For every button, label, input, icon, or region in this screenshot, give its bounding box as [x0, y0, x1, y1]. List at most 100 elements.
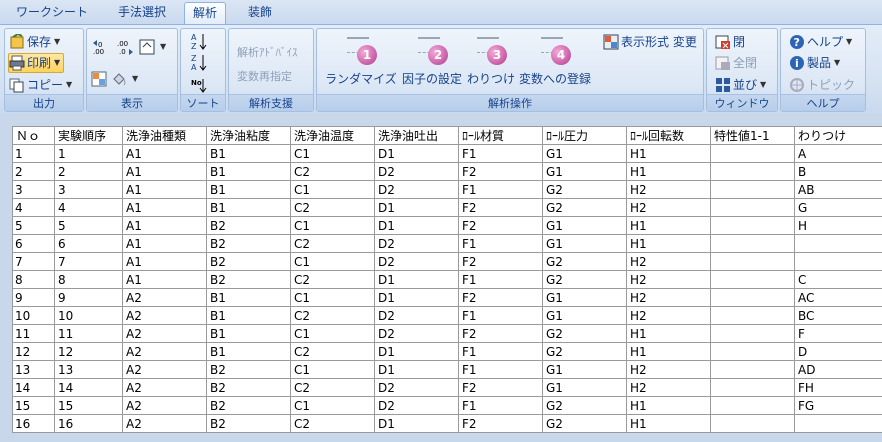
- grid-cell[interactable]: A1: [122, 216, 207, 235]
- grid-cell[interactable]: H1: [626, 396, 711, 415]
- row-number-cell[interactable]: 16: [12, 414, 55, 433]
- grid-cell[interactable]: H1: [626, 234, 711, 253]
- close-window-button[interactable]: 閉: [715, 32, 745, 52]
- grid-cell[interactable]: H1: [626, 342, 711, 361]
- grid-cell[interactable]: F2: [458, 378, 543, 397]
- grid-cell[interactable]: C: [794, 270, 882, 289]
- grid-cell[interactable]: G2: [542, 396, 627, 415]
- grid-cell[interactable]: 8: [54, 270, 123, 289]
- row-number-cell[interactable]: 1: [12, 144, 55, 163]
- grid-cell[interactable]: B2: [206, 360, 291, 379]
- grid-cell[interactable]: C2: [290, 306, 375, 325]
- grid-cell[interactable]: 13: [54, 360, 123, 379]
- row-number-cell[interactable]: 14: [12, 378, 55, 397]
- grid-cell[interactable]: H1: [626, 324, 711, 343]
- grid-cell[interactable]: 15: [54, 396, 123, 415]
- grid-cell[interactable]: [710, 360, 795, 379]
- grid-cell[interactable]: A: [794, 144, 882, 163]
- grid-cell[interactable]: B1: [206, 324, 291, 343]
- grid-cell[interactable]: B: [794, 162, 882, 181]
- grid-cell[interactable]: B1: [206, 162, 291, 181]
- grid-cell[interactable]: A2: [122, 342, 207, 361]
- factor-setting-button[interactable]: 2 因子の設定: [399, 33, 465, 95]
- grid-cell[interactable]: 11: [54, 324, 123, 343]
- grid-cell[interactable]: B2: [206, 216, 291, 235]
- grid-cell[interactable]: 9: [54, 288, 123, 307]
- grid-cell[interactable]: [710, 216, 795, 235]
- column-header[interactable]: Ｎｏ: [12, 126, 55, 145]
- grid-cell[interactable]: G1: [542, 144, 627, 163]
- grid-cell[interactable]: G2: [542, 342, 627, 361]
- grid-cell[interactable]: H2: [626, 270, 711, 289]
- grid-cell[interactable]: [794, 252, 882, 271]
- grid-cell[interactable]: A2: [122, 378, 207, 397]
- grid-cell[interactable]: AD: [794, 360, 882, 379]
- grid-cell[interactable]: A1: [122, 162, 207, 181]
- grid-cell[interactable]: B2: [206, 252, 291, 271]
- decrease-decimal-button[interactable]: .00.0: [115, 37, 137, 57]
- grid-cell[interactable]: F1: [458, 180, 543, 199]
- randomize-button[interactable]: 1 ランダマイズ: [323, 33, 399, 95]
- grid-cell[interactable]: B2: [206, 396, 291, 415]
- assignment-button[interactable]: 3 わりつけ: [465, 33, 517, 95]
- grid-cell[interactable]: G2: [542, 324, 627, 343]
- grid-cell[interactable]: G1: [542, 288, 627, 307]
- grid-cell[interactable]: H1: [626, 414, 711, 433]
- save-button[interactable]: 保存 ▼: [9, 32, 60, 52]
- grid-cell[interactable]: D2: [374, 324, 459, 343]
- grid-cell[interactable]: C1: [290, 180, 375, 199]
- grid-cell[interactable]: B1: [206, 288, 291, 307]
- grid-cell[interactable]: G2: [542, 252, 627, 271]
- topic-button[interactable]: トピック: [789, 75, 855, 95]
- grid-cell[interactable]: [710, 198, 795, 217]
- print-button[interactable]: 印刷 ▼: [8, 53, 65, 73]
- grid-cell[interactable]: F1: [458, 234, 543, 253]
- cell-format-button[interactable]: ▼: [139, 37, 166, 57]
- grid-cell[interactable]: B2: [206, 270, 291, 289]
- grid-cell[interactable]: [710, 306, 795, 325]
- grid-cell[interactable]: B1: [206, 198, 291, 217]
- grid-cell[interactable]: B2: [206, 234, 291, 253]
- row-number-cell[interactable]: 4: [12, 198, 55, 217]
- grid-cell[interactable]: D1: [374, 288, 459, 307]
- grid-cell[interactable]: D2: [374, 234, 459, 253]
- grid-cell[interactable]: 14: [54, 378, 123, 397]
- grid-cell[interactable]: [710, 414, 795, 433]
- grid-cell[interactable]: B1: [206, 180, 291, 199]
- grid-cell[interactable]: A2: [122, 306, 207, 325]
- grid-cell[interactable]: 16: [54, 414, 123, 433]
- grid-cell[interactable]: G1: [542, 360, 627, 379]
- grid-cell[interactable]: C1: [290, 360, 375, 379]
- grid-cell[interactable]: F1: [458, 144, 543, 163]
- row-number-cell[interactable]: 2: [12, 162, 55, 181]
- column-header[interactable]: 洗浄油温度: [290, 126, 375, 145]
- grid-cell[interactable]: [710, 180, 795, 199]
- grid-cell[interactable]: B2: [206, 378, 291, 397]
- grid-cell[interactable]: [710, 342, 795, 361]
- grid-cell[interactable]: [710, 234, 795, 253]
- grid-cell[interactable]: 10: [54, 306, 123, 325]
- grid-cell[interactable]: A1: [122, 180, 207, 199]
- grid-cell[interactable]: FG: [794, 396, 882, 415]
- grid-cell[interactable]: [710, 324, 795, 343]
- analysis-advice-button[interactable]: 解析ｱﾄﾞﾊﾞｲｽ: [237, 43, 298, 63]
- grid-cell[interactable]: B1: [206, 342, 291, 361]
- grid-cell[interactable]: H2: [626, 360, 711, 379]
- column-header[interactable]: 実験順序: [54, 126, 123, 145]
- grid-cell[interactable]: F1: [458, 360, 543, 379]
- grid-cell[interactable]: H1: [626, 216, 711, 235]
- grid-cell[interactable]: 3: [54, 180, 123, 199]
- grid-cell[interactable]: G1: [542, 378, 627, 397]
- column-header[interactable]: ﾛｰﾙ材質: [458, 126, 543, 145]
- grid-cell[interactable]: FH: [794, 378, 882, 397]
- grid-cell[interactable]: C2: [290, 414, 375, 433]
- grid-cell[interactable]: A1: [122, 270, 207, 289]
- grid-cell[interactable]: G: [794, 198, 882, 217]
- grid-cell[interactable]: H1: [626, 144, 711, 163]
- row-number-cell[interactable]: 11: [12, 324, 55, 343]
- register-variable-button[interactable]: 4 変数への登録: [517, 33, 593, 95]
- grid-cell[interactable]: D: [794, 342, 882, 361]
- row-number-cell[interactable]: 7: [12, 252, 55, 271]
- grid-cell[interactable]: 6: [54, 234, 123, 253]
- tab-method-select[interactable]: 手法選択: [110, 2, 174, 24]
